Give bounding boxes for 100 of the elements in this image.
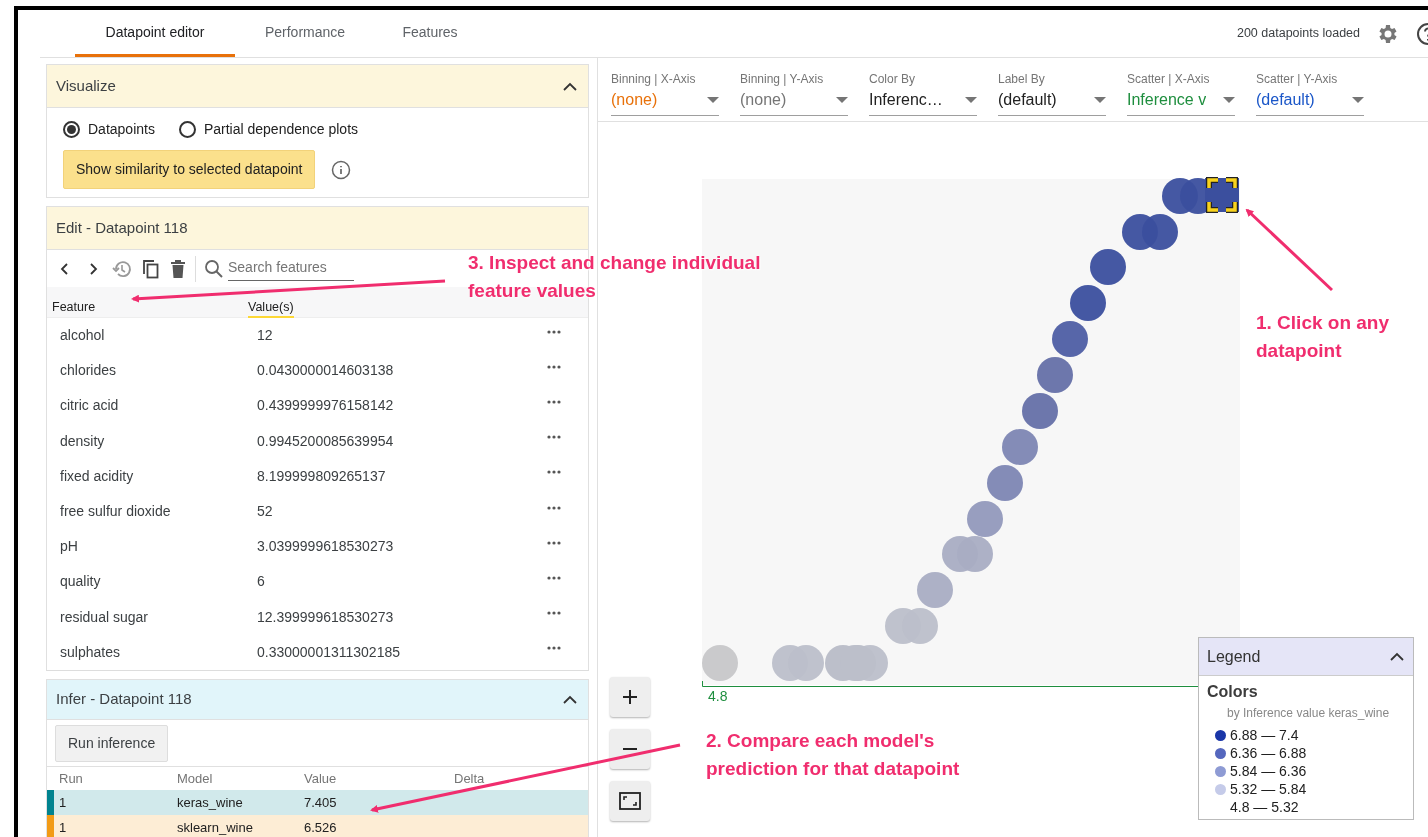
feature-value: 0.0430000014603138 (257, 361, 395, 381)
control-label: Binning | Y-Axis (740, 71, 825, 88)
dropdown[interactable]: (none) (740, 88, 848, 116)
more-options-icon[interactable] (547, 540, 561, 545)
caret-icon (965, 97, 977, 103)
annotation-text: 3. Inspect and change individual feature values (468, 251, 762, 303)
plus-icon (622, 689, 638, 705)
radio-button[interactable] (63, 120, 80, 138)
selection-marker (1206, 177, 1238, 213)
caret-icon (836, 97, 848, 103)
prediction-value: 6.526 (304, 818, 337, 837)
minus-icon (622, 747, 638, 751)
more-options-icon[interactable] (547, 329, 561, 334)
more-options-icon[interactable] (547, 399, 561, 404)
copy-icon[interactable] (141, 257, 161, 280)
legend-heading: Colors (1207, 682, 1259, 702)
infer-panel-header[interactable]: Infer - Datapoint 118 (47, 680, 588, 720)
feature-name: residual sugar (60, 607, 149, 627)
column-header[interactable]: Feature (52, 300, 96, 319)
column-header: Model (177, 769, 214, 788)
column-header: Delta (454, 769, 486, 788)
collapse-chevron-icon[interactable] (562, 81, 578, 92)
more-options-icon[interactable] (547, 575, 561, 580)
caret-icon (1352, 97, 1364, 103)
dropdown[interactable]: (default) (998, 88, 1106, 116)
feature-name: free sulfur dioxide (60, 502, 172, 522)
feature-value: 0.33000001311302185 (257, 642, 401, 662)
similarity-button[interactable]: Show similarity to selected datapoint (63, 150, 316, 189)
collapse-chevron-icon[interactable] (562, 695, 578, 706)
control-label: Color By (869, 71, 916, 88)
legend-label: 5.84 — 6.36 (1230, 761, 1307, 781)
caret-icon (1223, 97, 1235, 103)
control-label: Binning | X-Axis (611, 71, 697, 88)
panel-title: Edit - Datapoint 118 (56, 217, 188, 238)
control-label: Label By (998, 71, 1046, 88)
legend-label: 6.36 — 6.88 (1230, 743, 1307, 763)
feature-value: 8.199999809265137 (257, 466, 387, 486)
panel-title: Infer - Datapoint 118 (56, 689, 192, 710)
search-icon (204, 258, 224, 279)
dropdown[interactable]: (default) (1256, 88, 1364, 116)
legend-label: 6.88 — 7.4 (1230, 725, 1299, 745)
feature-name: pH (60, 537, 79, 557)
legend-label: 4.8 — 5.32 (1230, 797, 1299, 817)
radio-button[interactable] (178, 120, 196, 138)
more-options-icon[interactable] (547, 364, 561, 369)
model-name: sklearn_wine (177, 818, 254, 837)
tab[interactable]: Features (375, 10, 485, 57)
legend-header[interactable]: Legend (1199, 638, 1413, 676)
column-header: Value (304, 769, 338, 788)
inference-row[interactable]: 1 sklearn_wine 6.526 (47, 815, 588, 837)
more-options-icon[interactable] (547, 646, 561, 651)
feature-name: density (60, 431, 106, 451)
feature-value: 12 (257, 326, 274, 346)
legend-title: Legend (1207, 646, 1261, 667)
axis-label: 4.8 (708, 687, 728, 706)
control-label: Scatter | X-Axis (1127, 71, 1211, 88)
search-field[interactable]: Search features (228, 256, 354, 281)
column-header: Run (58, 769, 84, 788)
tab[interactable]: Datapoint editor (75, 10, 235, 57)
more-options-icon[interactable] (547, 505, 561, 510)
feature-name: sulphates (60, 642, 121, 662)
column-header[interactable]: Value(s) (248, 300, 294, 319)
more-options-icon[interactable] (547, 611, 561, 616)
fit-view-button[interactable] (610, 781, 650, 821)
feature-value: 12.399999618530273 (257, 607, 395, 627)
annotation-text: 2. Compare each model's prediction for that datapoint (706, 729, 961, 781)
feature-name: fixed acidity (60, 466, 135, 486)
prediction-value: 7.405 (304, 793, 337, 812)
feature-value: 0.4399999976158142 (257, 396, 395, 416)
feature-value: 52 (257, 502, 274, 522)
fit-screen-icon (619, 792, 641, 810)
info-icon[interactable] (331, 159, 352, 180)
model-name: keras_wine (177, 793, 244, 812)
control-label: Scatter | Y-Axis (1256, 71, 1339, 88)
caret-icon (1094, 97, 1106, 103)
dropdown[interactable]: Inference v (1127, 88, 1235, 116)
legend-subtitle: by Inference value keras_wine (1226, 705, 1391, 722)
run-inference-button[interactable]: Run inference (55, 724, 169, 762)
dropdown[interactable]: Inferenc… (869, 88, 977, 116)
status-text: 200 datapoints loaded (1236, 25, 1360, 43)
panel-title: Visualize (56, 75, 116, 96)
legend-label: 5.32 — 5.84 (1230, 779, 1307, 799)
more-options-icon[interactable] (547, 435, 561, 440)
feature-value: 6 (257, 572, 266, 592)
run-number: 1 (58, 793, 68, 812)
feature-name: chlorides (60, 361, 118, 381)
run-number: 1 (58, 818, 68, 837)
tab[interactable]: Performance (235, 10, 375, 57)
feature-name: quality (60, 572, 102, 592)
visualize-panel-header[interactable]: Visualize (47, 65, 588, 108)
zoom-in-button[interactable] (610, 677, 650, 717)
radio-label: Partial dependence plots (203, 119, 359, 139)
collapse-chevron-icon[interactable] (1389, 652, 1405, 663)
feature-value: 3.0399999618530273 (257, 537, 395, 557)
more-options-icon[interactable] (547, 470, 561, 475)
zoom-out-button[interactable] (610, 729, 650, 769)
feature-name: alcohol (60, 326, 106, 346)
inference-row[interactable]: 1 keras_wine 7.405 (47, 790, 588, 815)
trash-icon[interactable] (169, 258, 187, 279)
annotation-text: 1. Click on any datapoint (1256, 311, 1391, 363)
